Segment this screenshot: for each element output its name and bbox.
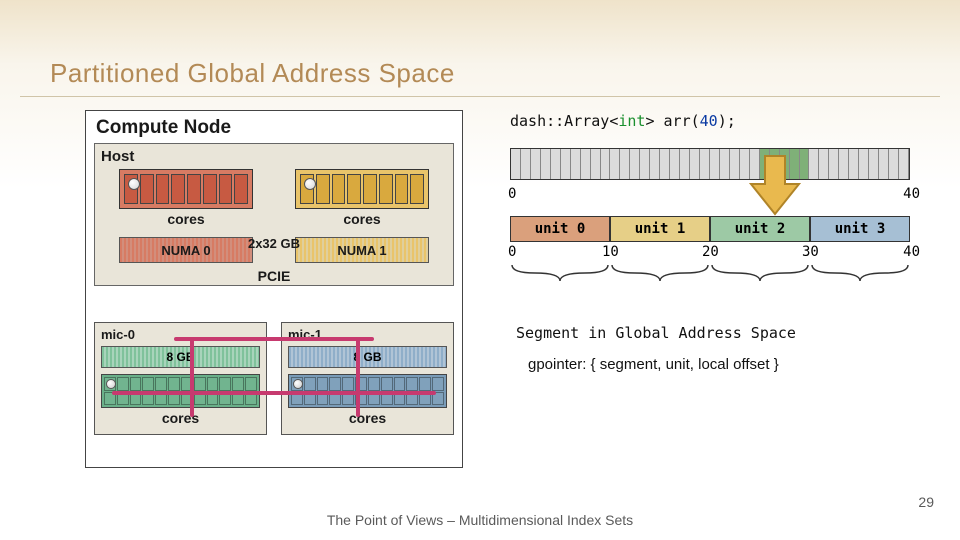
brace-icon (610, 262, 710, 284)
link-line (190, 337, 194, 417)
brace-icon (510, 262, 610, 284)
mic0-mem: 8 GB (101, 346, 260, 368)
socket0-cores (119, 169, 253, 209)
axis-tick-0: 0 (508, 186, 516, 202)
host-box: Host cores NUMA 0 cores NUMA 1 (94, 143, 454, 286)
interconnect-line (174, 337, 374, 341)
numa1-mem: NUMA 1 (295, 237, 429, 263)
unit-box-3: unit 3 (810, 216, 910, 242)
segment-label: Segment in Global Address Space (516, 324, 930, 342)
axis-tick-b0: 0 (508, 244, 516, 260)
title-underline (20, 96, 940, 97)
pcie-bus-line (112, 391, 436, 395)
socket1-cores (295, 169, 429, 209)
numa1-column: cores NUMA 1 (292, 169, 432, 263)
arrow-down-icon (745, 152, 805, 222)
array-diagram: dash::Array<int> arr(40); 0 40 unit 0 un… (510, 112, 930, 373)
cores1-label: cores (343, 211, 380, 227)
unit-box-1: unit 1 (610, 216, 710, 242)
unit-box-0: unit 0 (510, 216, 610, 242)
numa0-column: cores NUMA 0 (116, 169, 256, 263)
brace-icon (710, 262, 810, 284)
cpu-icon (106, 379, 116, 389)
cores0-label: cores (167, 211, 204, 227)
slide-title: Partitioned Global Address Space (50, 58, 455, 89)
host-memory-label: 2x32 GB (248, 236, 300, 251)
code-declaration: dash::Array<int> arr(40); (510, 112, 930, 130)
axis-tick-b30: 30 (802, 244, 819, 260)
brace-icon (810, 262, 910, 284)
units-row: unit 0 unit 1 unit 2 unit 3 (510, 216, 910, 242)
slide-footer: The Point of Views – Multidimensional In… (0, 512, 960, 528)
axis-tick-b20: 20 (702, 244, 719, 260)
axis-tick-b40: 40 (903, 244, 920, 260)
mic1-cores-label: cores (288, 410, 447, 426)
cpu-icon (304, 178, 316, 190)
pcie-label: PCIE (254, 268, 295, 284)
mic0-cores-label: cores (101, 410, 260, 426)
link-line (356, 337, 360, 417)
brace-row (510, 262, 910, 284)
axis-tick-b10: 10 (602, 244, 619, 260)
compute-node-box: Compute Node Host cores NUMA 0 cores (85, 110, 463, 468)
gpointer-text: gpointer: { segment, unit, local offset … (528, 356, 930, 373)
numa0-mem: NUMA 0 (119, 237, 253, 263)
cpu-icon (293, 379, 303, 389)
mic1-mem: 8 GB (288, 346, 447, 368)
compute-node-title: Compute Node (86, 111, 462, 143)
page-number: 29 (918, 494, 934, 510)
axis-tick-40: 40 (903, 186, 920, 202)
cpu-icon (128, 178, 140, 190)
array-cells (510, 148, 910, 180)
host-label: Host (101, 148, 447, 165)
